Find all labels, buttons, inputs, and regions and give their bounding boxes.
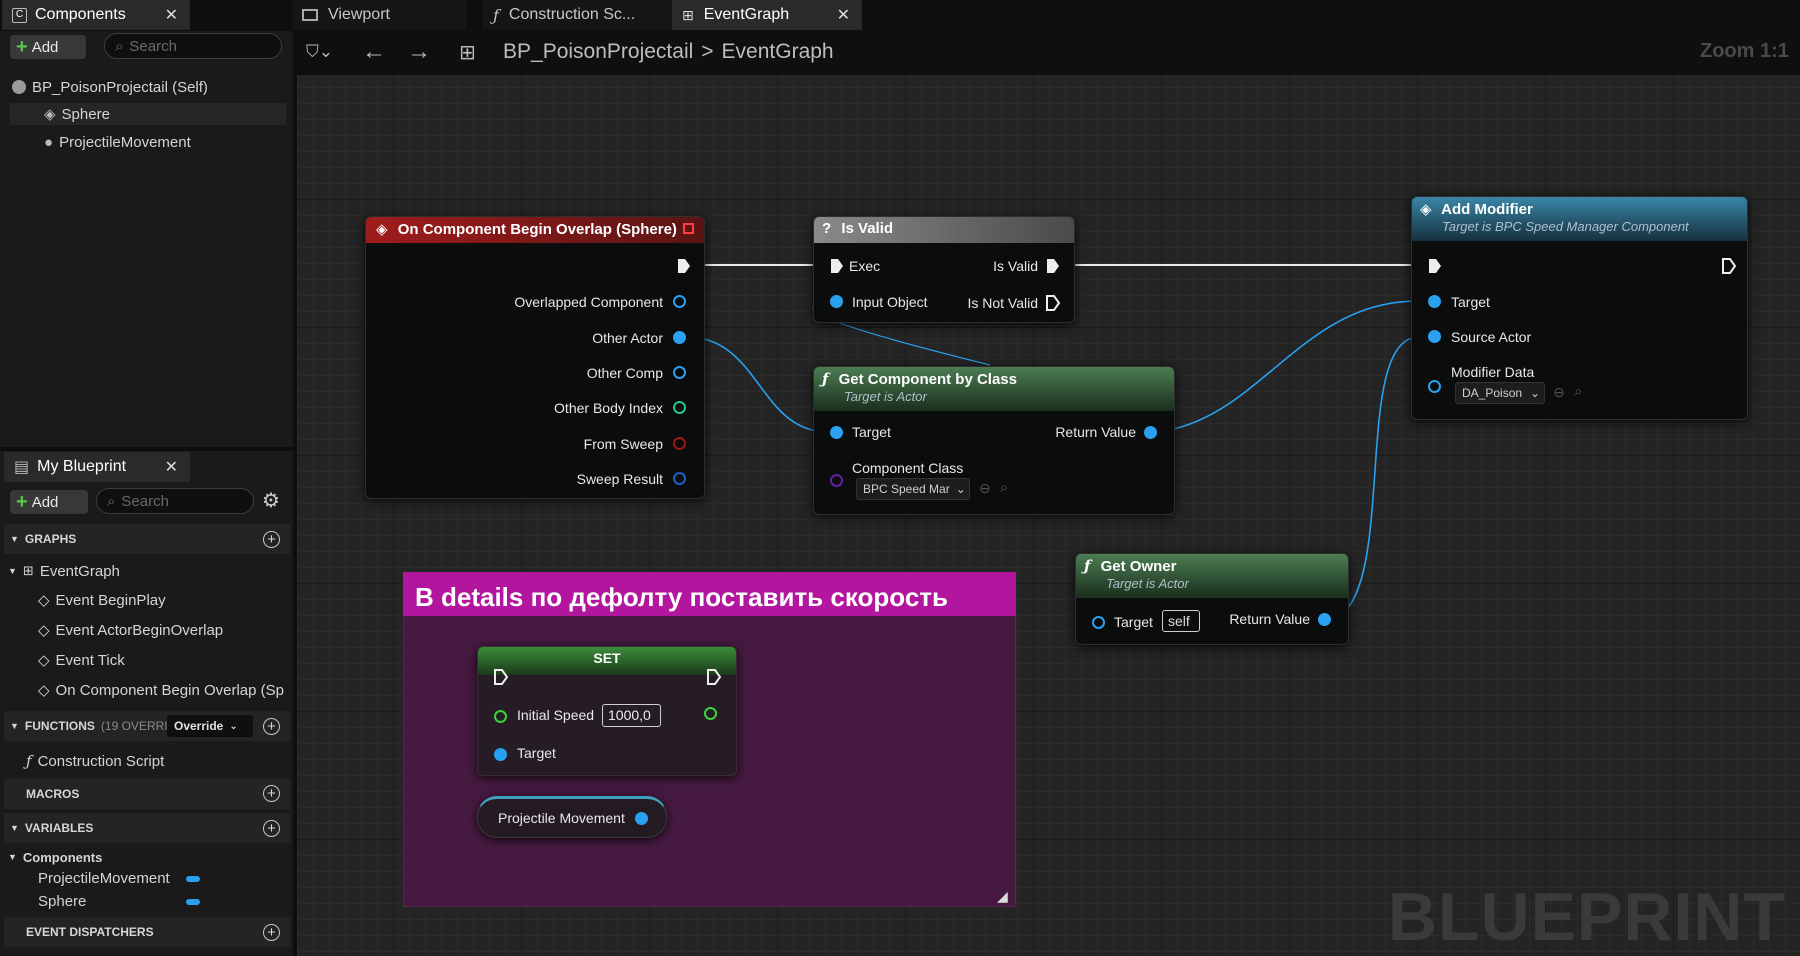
object-out-pin[interactable] (1144, 426, 1157, 439)
function-icon: ƒ (822, 370, 829, 388)
pin-other-body-index-label: Other Body Index (554, 400, 663, 416)
overlap-title: On Component Begin Overlap (Sphere) (397, 221, 677, 238)
exec-out-pin[interactable] (1721, 257, 1737, 275)
getowner-subtitle: Target is Actor (1106, 576, 1189, 591)
int-pin[interactable] (673, 401, 686, 414)
addmod-node-header: ◈ Add Modifier Target is BPC Speed Manag… (1412, 197, 1747, 241)
exec-label: Exec (849, 258, 881, 274)
initial-speed-input[interactable]: 1000,0 (602, 704, 661, 727)
getcomp-target-label: Target (852, 424, 891, 440)
use-selected-icon[interactable]: ⊖ (1553, 384, 1565, 401)
set-target-label: Target (517, 745, 556, 761)
object-pin[interactable] (1428, 380, 1441, 393)
exec-in-pin[interactable] (1427, 257, 1443, 275)
component-class-value: BPC Speed Mar (863, 482, 950, 496)
pin-other-actor-label: Other Actor (592, 330, 663, 346)
blueprint-watermark: BLUEPRINT (1387, 879, 1786, 955)
object-wire (1156, 300, 1419, 433)
blueprint-editor: { "tabs": { "components": "Components", … (0, 0, 1800, 956)
self-value: self (1168, 613, 1190, 629)
self-field[interactable]: self (1162, 610, 1200, 632)
function-icon: ƒ (1084, 557, 1091, 575)
exec-in-pin[interactable] (493, 668, 509, 686)
getowner-node-header: ƒ Get Owner Target is Actor (1076, 554, 1348, 598)
getowner-title: Get Owner (1100, 558, 1177, 575)
overlap-event-node[interactable]: ◈ On Component Begin Overlap (Sphere) Ov… (365, 216, 705, 499)
getcomp-node-header: ƒ Get Component by Class Target is Actor (814, 367, 1174, 411)
is-not-valid-label: Is Not Valid (967, 295, 1038, 311)
object-pin[interactable] (830, 426, 843, 439)
pin-sweep-result-label: Sweep Result (576, 471, 663, 487)
use-selected-icon[interactable]: ⊖ (979, 480, 991, 497)
object-pin[interactable] (673, 366, 686, 379)
getowner-target-label: Target (1114, 614, 1153, 630)
component-class-label: Component Class (852, 460, 964, 476)
exec-out-pin[interactable] (1045, 257, 1061, 275)
get-owner-node[interactable]: ƒ Get Owner Target is Actor Target self … (1075, 553, 1349, 645)
modifier-data-value: DA_Poison (1462, 386, 1523, 400)
object-pin[interactable] (494, 748, 507, 761)
getcomp-title: Get Component by Class (838, 371, 1017, 388)
addmod-title: Add Modifier (1441, 201, 1533, 218)
initial-speed-label: Initial Speed (517, 707, 595, 723)
object-out-pin[interactable] (1318, 613, 1331, 626)
addmod-target-label: Target (1451, 294, 1490, 310)
browse-search-icon[interactable]: ⌕ (1574, 383, 1582, 400)
comment-text: В details по дефолту поставить скорость (415, 582, 948, 612)
object-pin[interactable] (673, 295, 686, 308)
exec-out-pin[interactable] (706, 668, 722, 686)
exec-out-pin[interactable] (1045, 294, 1061, 312)
modifier-data-dropdown[interactable]: DA_Poison ⌄ (1455, 382, 1545, 404)
getcomp-return-label: Return Value (1055, 424, 1136, 440)
object-out-pin[interactable] (635, 812, 648, 825)
event-diamond-icon: ◈ (376, 221, 388, 238)
source-actor-label: Source Actor (1451, 329, 1532, 345)
set-title: SET (593, 650, 621, 666)
class-pin[interactable] (830, 474, 843, 487)
exec-in-pin[interactable] (829, 257, 845, 275)
object-pin[interactable] (1428, 295, 1441, 308)
question-icon: ? (822, 220, 832, 237)
isvalid-title: Is Valid (841, 220, 894, 237)
call-diamond-icon: ◈ (1420, 201, 1432, 218)
set-node-header: SET (478, 647, 736, 675)
input-object-label: Input Object (852, 294, 928, 310)
resize-handle-icon[interactable]: ◢ (997, 888, 1008, 905)
exec-out-pin[interactable] (676, 257, 692, 275)
is-valid-label: Is Valid (993, 258, 1038, 274)
component-class-dropdown[interactable]: BPC Speed Mar ⌄ (856, 478, 970, 500)
get-component-by-class-node[interactable]: ƒ Get Component by Class Target is Actor… (813, 366, 1175, 515)
object-pin[interactable] (830, 295, 843, 308)
getowner-return-label: Return Value (1229, 611, 1310, 627)
pin-other-comp-label: Other Comp (586, 365, 663, 381)
add-modifier-node[interactable]: ◈ Add Modifier Target is BPC Speed Manag… (1411, 196, 1748, 420)
getcomp-subtitle: Target is Actor (844, 389, 927, 404)
projectile-movement-getter[interactable]: Projectile Movement (477, 796, 667, 838)
struct-pin[interactable] (673, 472, 686, 485)
comment-header[interactable]: В details по дефолту поставить скорость (403, 572, 1016, 616)
isvalid-node[interactable]: ? Is Valid Exec Is Valid Input Object Is… (813, 216, 1075, 323)
float-pin[interactable] (494, 710, 507, 723)
delegate-square-icon (683, 223, 694, 234)
object-pin[interactable] (1428, 330, 1441, 343)
object-pin[interactable] (673, 331, 686, 344)
modifier-data-label: Modifier Data (1451, 364, 1535, 380)
bool-pin[interactable] (673, 437, 686, 450)
object-wire (689, 336, 829, 433)
addmod-subtitle: Target is BPC Speed Manager Component (1442, 219, 1689, 234)
object-pin[interactable] (1092, 616, 1105, 629)
float-out-pin[interactable] (704, 707, 717, 720)
overlap-node-header: ◈ On Component Begin Overlap (Sphere) (366, 217, 704, 243)
isvalid-node-header: ? Is Valid (814, 217, 1074, 243)
pin-overlapped-component-label: Overlapped Component (514, 294, 663, 310)
initial-speed-value: 1000,0 (608, 707, 651, 723)
chevron-down-icon: ⌄ (1530, 386, 1541, 400)
pin-from-sweep-label: From Sweep (583, 436, 663, 452)
projectile-movement-label: Projectile Movement (498, 810, 625, 826)
browse-search-icon[interactable]: ⌕ (1000, 479, 1008, 496)
chevron-down-icon: ⌄ (955, 482, 966, 496)
